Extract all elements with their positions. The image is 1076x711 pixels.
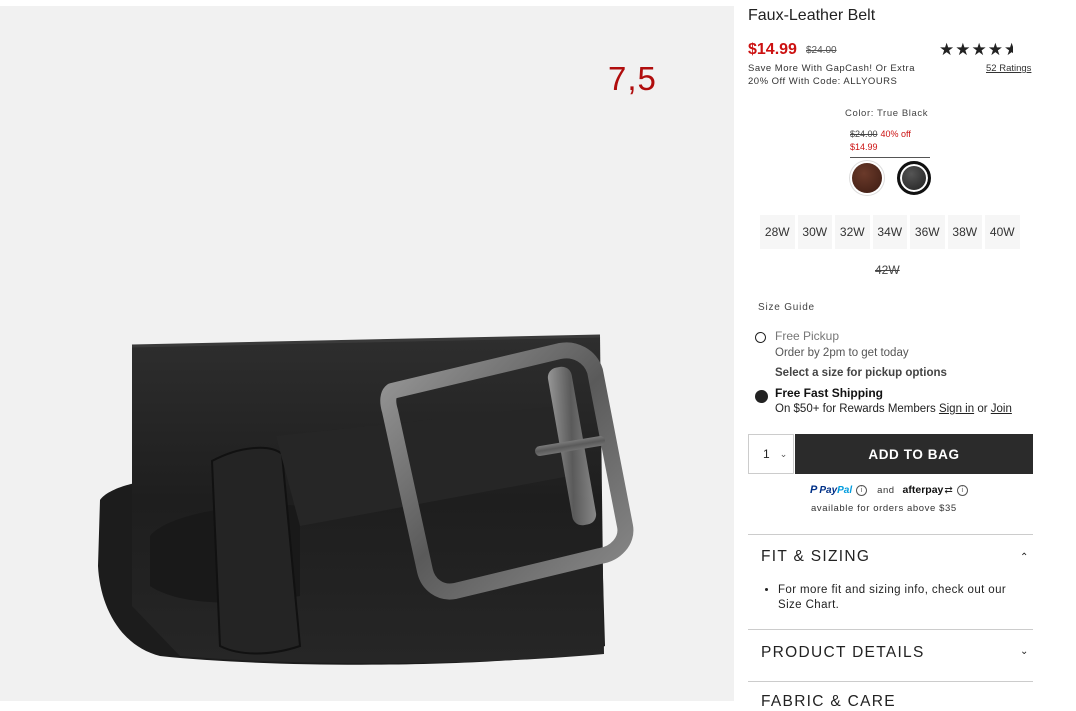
ratings-link[interactable]: 52 Ratings (986, 63, 1031, 74)
size-button[interactable]: 30W (797, 215, 832, 249)
payment-options: P PayPal i and afterpay ⇄ i (810, 484, 968, 496)
shipping-subtitle-text: On $50+ for Rewards Members (775, 403, 936, 415)
star-icon: ★ (955, 40, 972, 59)
size-button[interactable]: 40W (985, 215, 1020, 249)
fit-sizing-content: For more fit and sizing info, check out … (765, 583, 1015, 613)
paypal-logo-icon: P (810, 484, 818, 496)
add-to-bag-button[interactable]: ADD TO BAG (795, 434, 1033, 474)
fit-sizing-header[interactable]: FIT & SIZING (761, 548, 870, 566)
star-icon: ★ (971, 40, 988, 59)
afterpay-info-icon[interactable]: i (956, 484, 968, 496)
quantity-value: 1 (763, 447, 770, 461)
paypal-wordmark-pal: Pal (837, 484, 853, 496)
chevron-down-icon: ⌄ (779, 448, 788, 459)
divider (748, 681, 1033, 682)
star-icon: ★ (939, 40, 956, 59)
or-text: or (977, 403, 988, 415)
size-button[interactable]: 28W (760, 215, 795, 249)
swatch-price-info: $24.00 40% off $14.99 (850, 128, 930, 158)
star-rating[interactable]: ★★★★★ (939, 40, 1013, 60)
star-icon: ★ (987, 40, 1004, 59)
fabric-care-header[interactable]: FABRIC & CARE (761, 693, 896, 711)
sale-price: $14.99 (748, 41, 797, 58)
size-button-unavailable: 42W (875, 263, 900, 277)
size-button[interactable]: 38W (947, 215, 982, 249)
shipping-subtitle: On $50+ for Rewards Members Sign in or J… (775, 403, 1012, 415)
product-details-header[interactable]: PRODUCT DETAILS (761, 644, 925, 662)
swatch-original-price: $24.00 (850, 129, 878, 139)
size-button[interactable]: 36W (910, 215, 945, 249)
original-price: $24.00 (806, 45, 837, 56)
size-guide-link[interactable]: Size Guide (758, 302, 815, 313)
star-half-icon: ★ (1004, 40, 1013, 59)
afterpay-logo: afterpay (902, 484, 944, 496)
promo-text: Save More With GapCash! Or Extra 20% Off… (748, 62, 948, 88)
color-label: Color: True Black (845, 108, 929, 119)
afterpay-arrows-icon: ⇄ (944, 484, 953, 496)
shipping-title: Free Fast Shipping (775, 386, 884, 400)
color-swatch-true-black[interactable] (897, 161, 931, 195)
paypal-wordmark-pay: Pay (819, 484, 838, 496)
join-link[interactable]: Join (991, 403, 1012, 415)
size-button[interactable]: 32W (835, 215, 870, 249)
image-rating-overlay: 7,5 (608, 60, 657, 97)
quantity-select[interactable]: 1 ⌄ (748, 434, 794, 474)
chevron-down-icon[interactable]: ⌄ (1020, 646, 1028, 657)
and-text: and (877, 484, 895, 496)
pickup-size-prompt: Select a size for pickup options (775, 367, 947, 379)
divider (748, 534, 1033, 535)
product-title: Faux-Leather Belt (748, 7, 876, 24)
sign-in-link[interactable]: Sign in (939, 403, 974, 415)
shipping-radio[interactable] (755, 390, 768, 403)
color-swatch-brown[interactable] (852, 163, 882, 193)
promo-line-2: 20% Off With Code: ALLYOURS (748, 76, 898, 87)
belt-illustration (98, 334, 634, 665)
pickup-title: Free Pickup (775, 329, 840, 343)
chevron-up-icon[interactable]: ⌃ (1020, 552, 1028, 563)
fit-sizing-text: For more fit and sizing info, check out … (778, 583, 1015, 613)
divider (748, 629, 1033, 630)
promo-line-1: Save More With GapCash! Or Extra (748, 63, 915, 74)
product-image[interactable]: 7,5 (0, 6, 734, 701)
size-selector: 28W 30W 32W 34W 36W 38W 40W (760, 215, 1020, 249)
pickup-radio[interactable] (755, 332, 766, 343)
swatch-discount: 40% off (880, 129, 911, 139)
swatch-sale-price: $14.99 (850, 142, 878, 152)
paypal-info-icon[interactable]: i (856, 484, 868, 496)
pickup-subtitle: Order by 2pm to get today (775, 347, 909, 359)
payment-note: available for orders above $35 (811, 503, 957, 514)
paypal-wordmark: PayPal (819, 485, 852, 496)
size-button[interactable]: 34W (872, 215, 907, 249)
